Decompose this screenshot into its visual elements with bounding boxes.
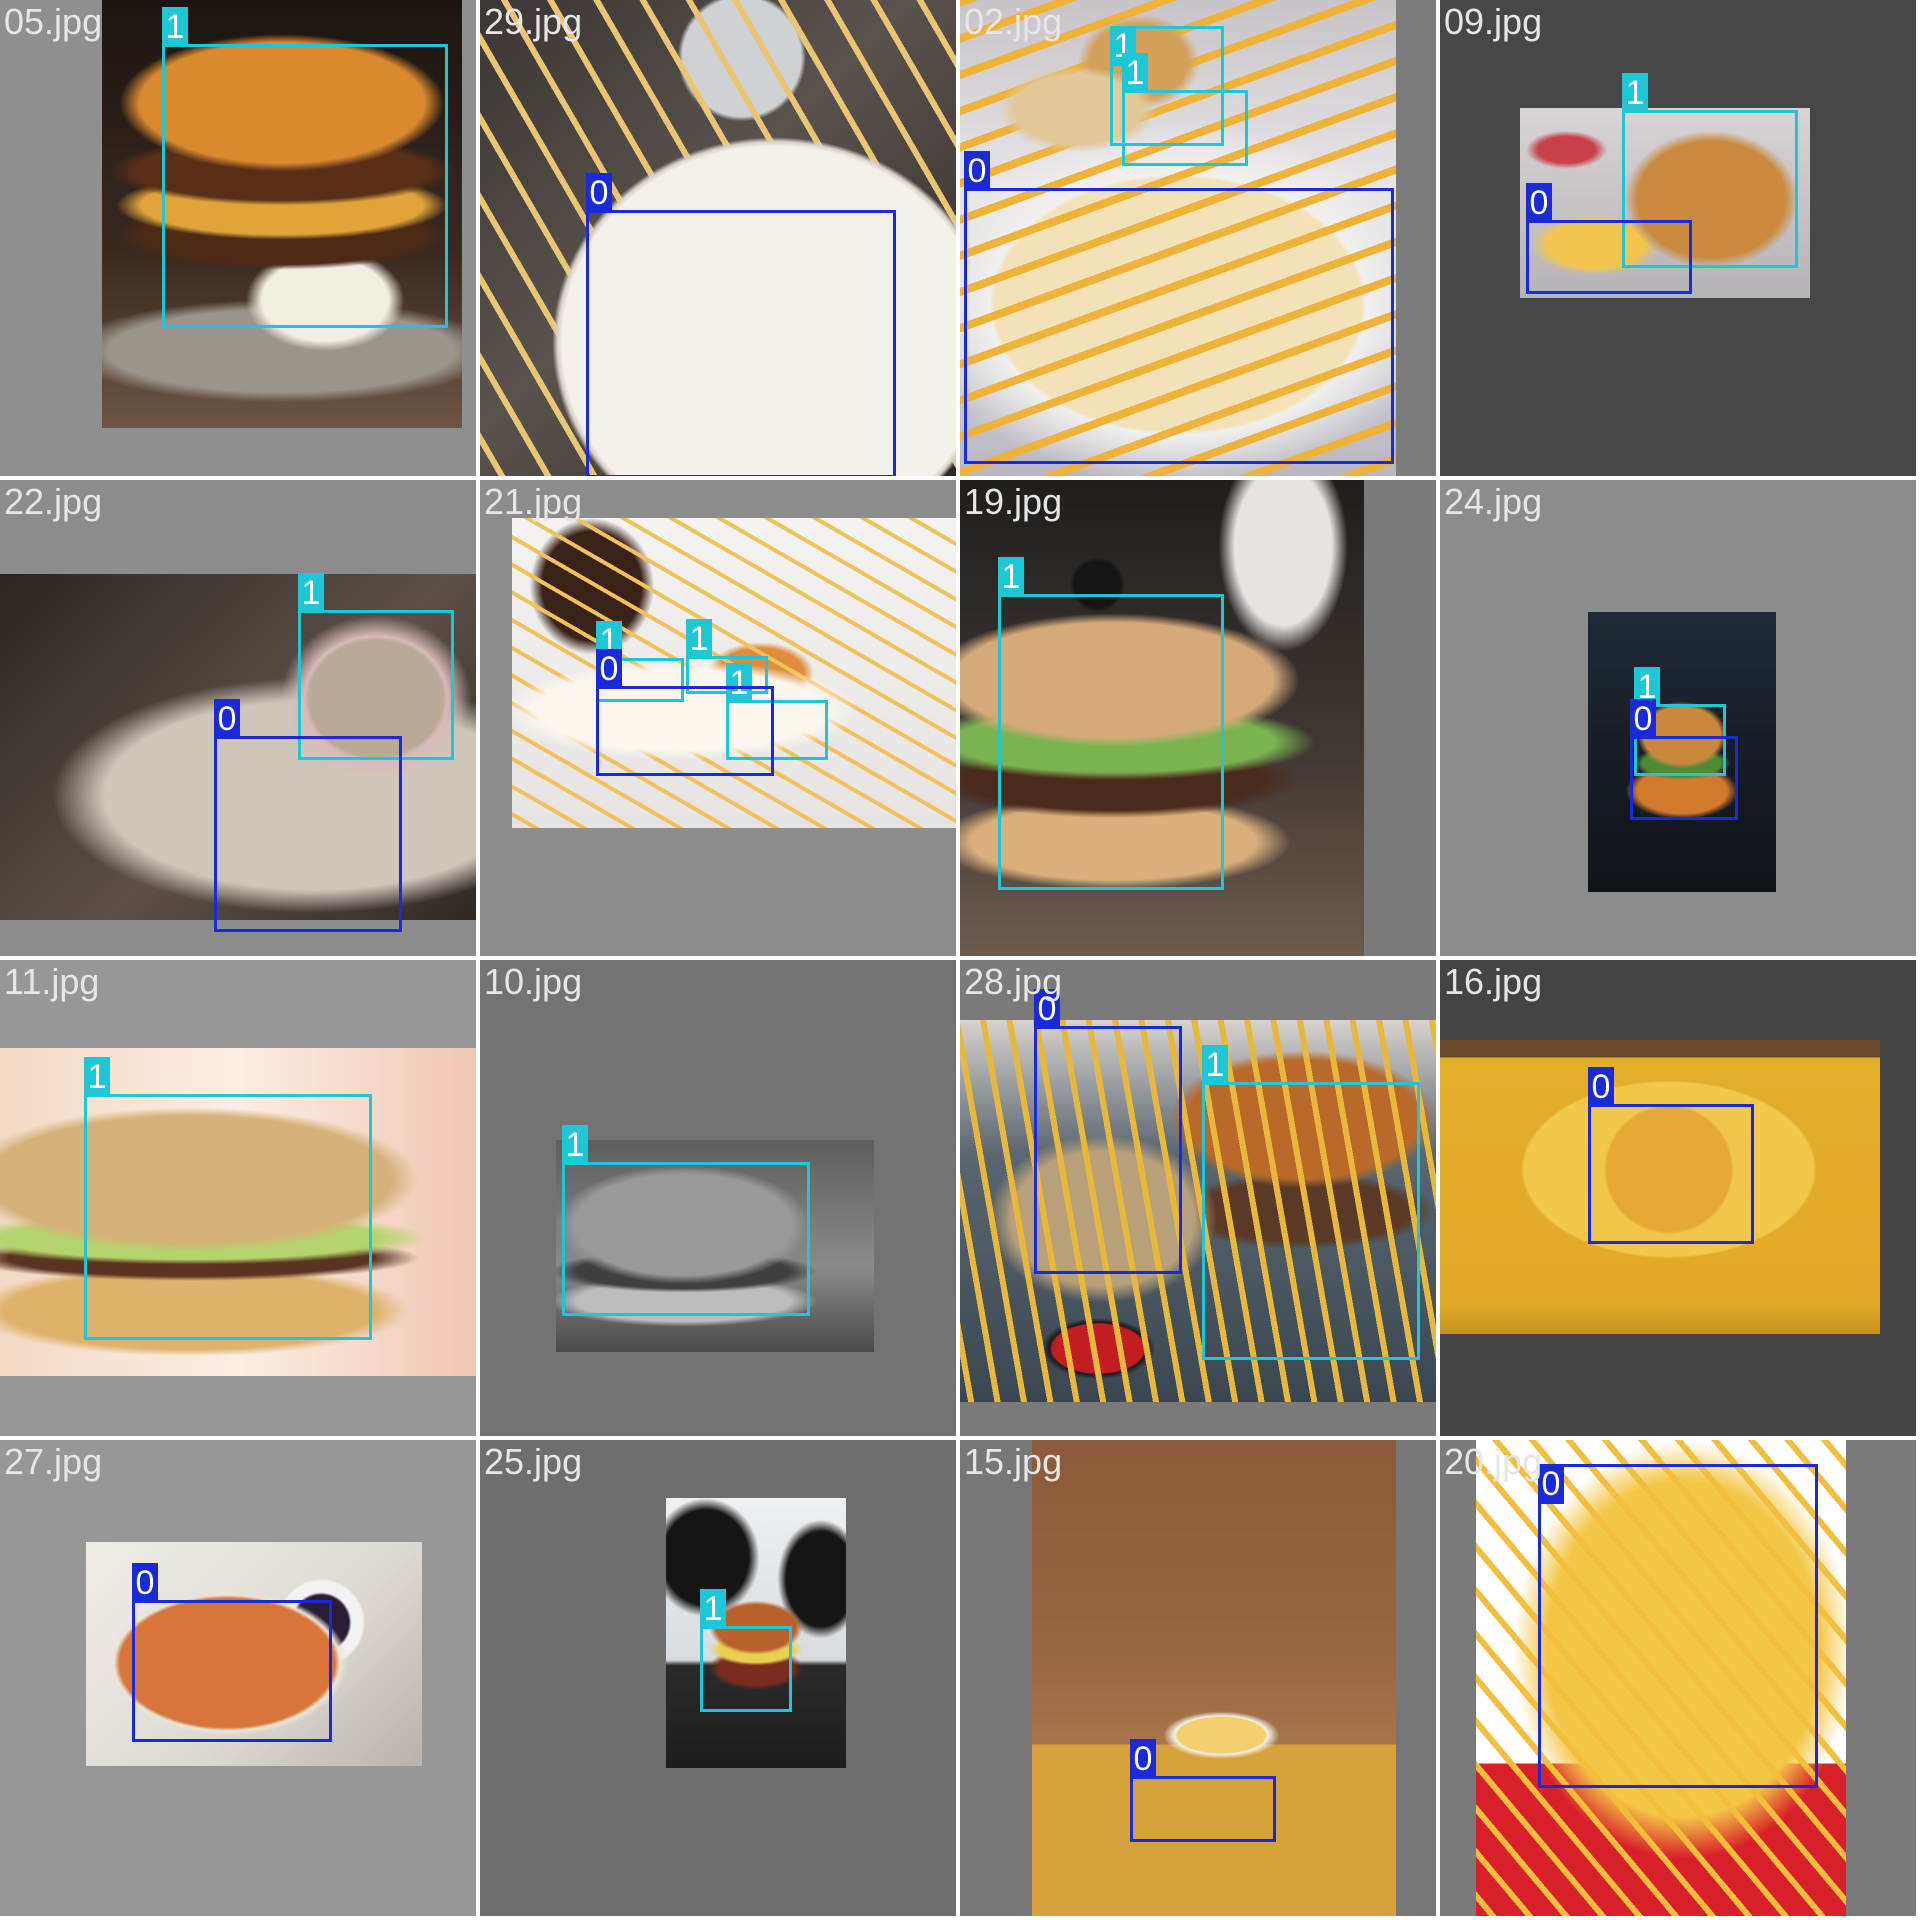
class-label: 0: [132, 1563, 158, 1603]
detection-box: 1: [998, 557, 1224, 890]
class-label: 1: [562, 1125, 588, 1165]
detection-mosaic: 1 05.jpg 0 29.jpg 1 1 0 02.jpg 1 0 09.jpg 1 0 22.jpg 1…: [0, 0, 1920, 1920]
file-name: 25.jpg: [484, 1441, 583, 1482]
file-name: 10.jpg: [484, 961, 583, 1002]
detection-box: 0: [1526, 183, 1692, 294]
class-label: 0: [1588, 1067, 1614, 1107]
mosaic-tile: 1 11.jpg: [0, 960, 476, 1436]
detection-box: 1: [700, 1589, 792, 1712]
detection-box: 0: [214, 699, 402, 932]
file-name: 20.jpg: [1444, 1441, 1543, 1482]
mosaic-tile: 0 27.jpg: [0, 1440, 476, 1916]
class-label: 0: [596, 649, 622, 689]
file-name: 19.jpg: [964, 481, 1063, 522]
class-label: 1: [686, 619, 712, 659]
mosaic-tile: 0 29.jpg: [480, 0, 956, 476]
file-name: 29.jpg: [484, 1, 583, 42]
class-label: 0: [1130, 1739, 1156, 1779]
class-label: 0: [214, 699, 240, 739]
mosaic-tile: 1 0 24.jpg: [1440, 480, 1916, 956]
file-name: 11.jpg: [4, 961, 100, 1002]
class-label: 1: [298, 573, 324, 613]
detection-box: 1: [162, 7, 448, 328]
class-label: 0: [586, 173, 612, 213]
class-label: 1: [162, 7, 188, 47]
class-label: 1: [1122, 53, 1148, 93]
file-name: 09.jpg: [1444, 1, 1543, 42]
mosaic-tile: 1 19.jpg: [960, 480, 1436, 956]
detection-box: 1: [84, 1057, 372, 1340]
mosaic-tile: 1 0 09.jpg: [1440, 0, 1916, 476]
class-label: 1: [1202, 1045, 1228, 1085]
detection-box: 1: [1122, 53, 1248, 166]
detection-box: 0: [1034, 989, 1182, 1274]
mosaic-tile: 1 05.jpg: [0, 0, 476, 476]
mosaic-tile: 1 10.jpg: [480, 960, 956, 1436]
detection-box: 1: [562, 1125, 810, 1316]
detection-box: 0: [596, 649, 774, 776]
file-name: 28.jpg: [964, 961, 1063, 1002]
class-label: 1: [1622, 73, 1648, 113]
mosaic-tile: 0 15.jpg: [960, 1440, 1436, 1916]
file-name: 16.jpg: [1444, 961, 1543, 1002]
detection-box: 0: [964, 151, 1394, 464]
file-name: 05.jpg: [4, 1, 103, 42]
file-name: 24.jpg: [1444, 481, 1543, 522]
mosaic-tile: 1 0 22.jpg: [0, 480, 476, 956]
class-label: 0: [1526, 183, 1552, 223]
class-label: 1: [700, 1589, 726, 1629]
detection-box: 0: [1538, 1464, 1818, 1788]
detection-box: 0: [1130, 1739, 1276, 1842]
file-name: 21.jpg: [484, 481, 583, 522]
detection-box: 1: [1202, 1045, 1420, 1360]
mosaic-tile: 1 1 1 0 21.jpg: [480, 480, 956, 956]
detection-box: 0: [1588, 1067, 1754, 1244]
mosaic-tile: 1 25.jpg: [480, 1440, 956, 1916]
file-name: 02.jpg: [964, 1, 1063, 42]
detection-box: 0: [1630, 699, 1738, 820]
class-label: 1: [998, 557, 1024, 597]
file-name: 22.jpg: [4, 481, 103, 522]
class-label: 0: [964, 151, 990, 191]
mosaic-tile: 0 20.jpg: [1440, 1440, 1916, 1916]
class-label: 1: [84, 1057, 110, 1097]
food-photo: [1032, 1440, 1396, 1916]
detection-box: 0: [132, 1563, 332, 1742]
class-label: 0: [1630, 699, 1656, 739]
file-name: 27.jpg: [4, 1441, 103, 1482]
mosaic-tile: 0 1 28.jpg: [960, 960, 1436, 1436]
detection-box: 0: [586, 173, 896, 476]
file-name: 15.jpg: [964, 1441, 1063, 1482]
mosaic-tile: 0 16.jpg: [1440, 960, 1916, 1436]
mosaic-tile: 1 1 0 02.jpg: [960, 0, 1436, 476]
